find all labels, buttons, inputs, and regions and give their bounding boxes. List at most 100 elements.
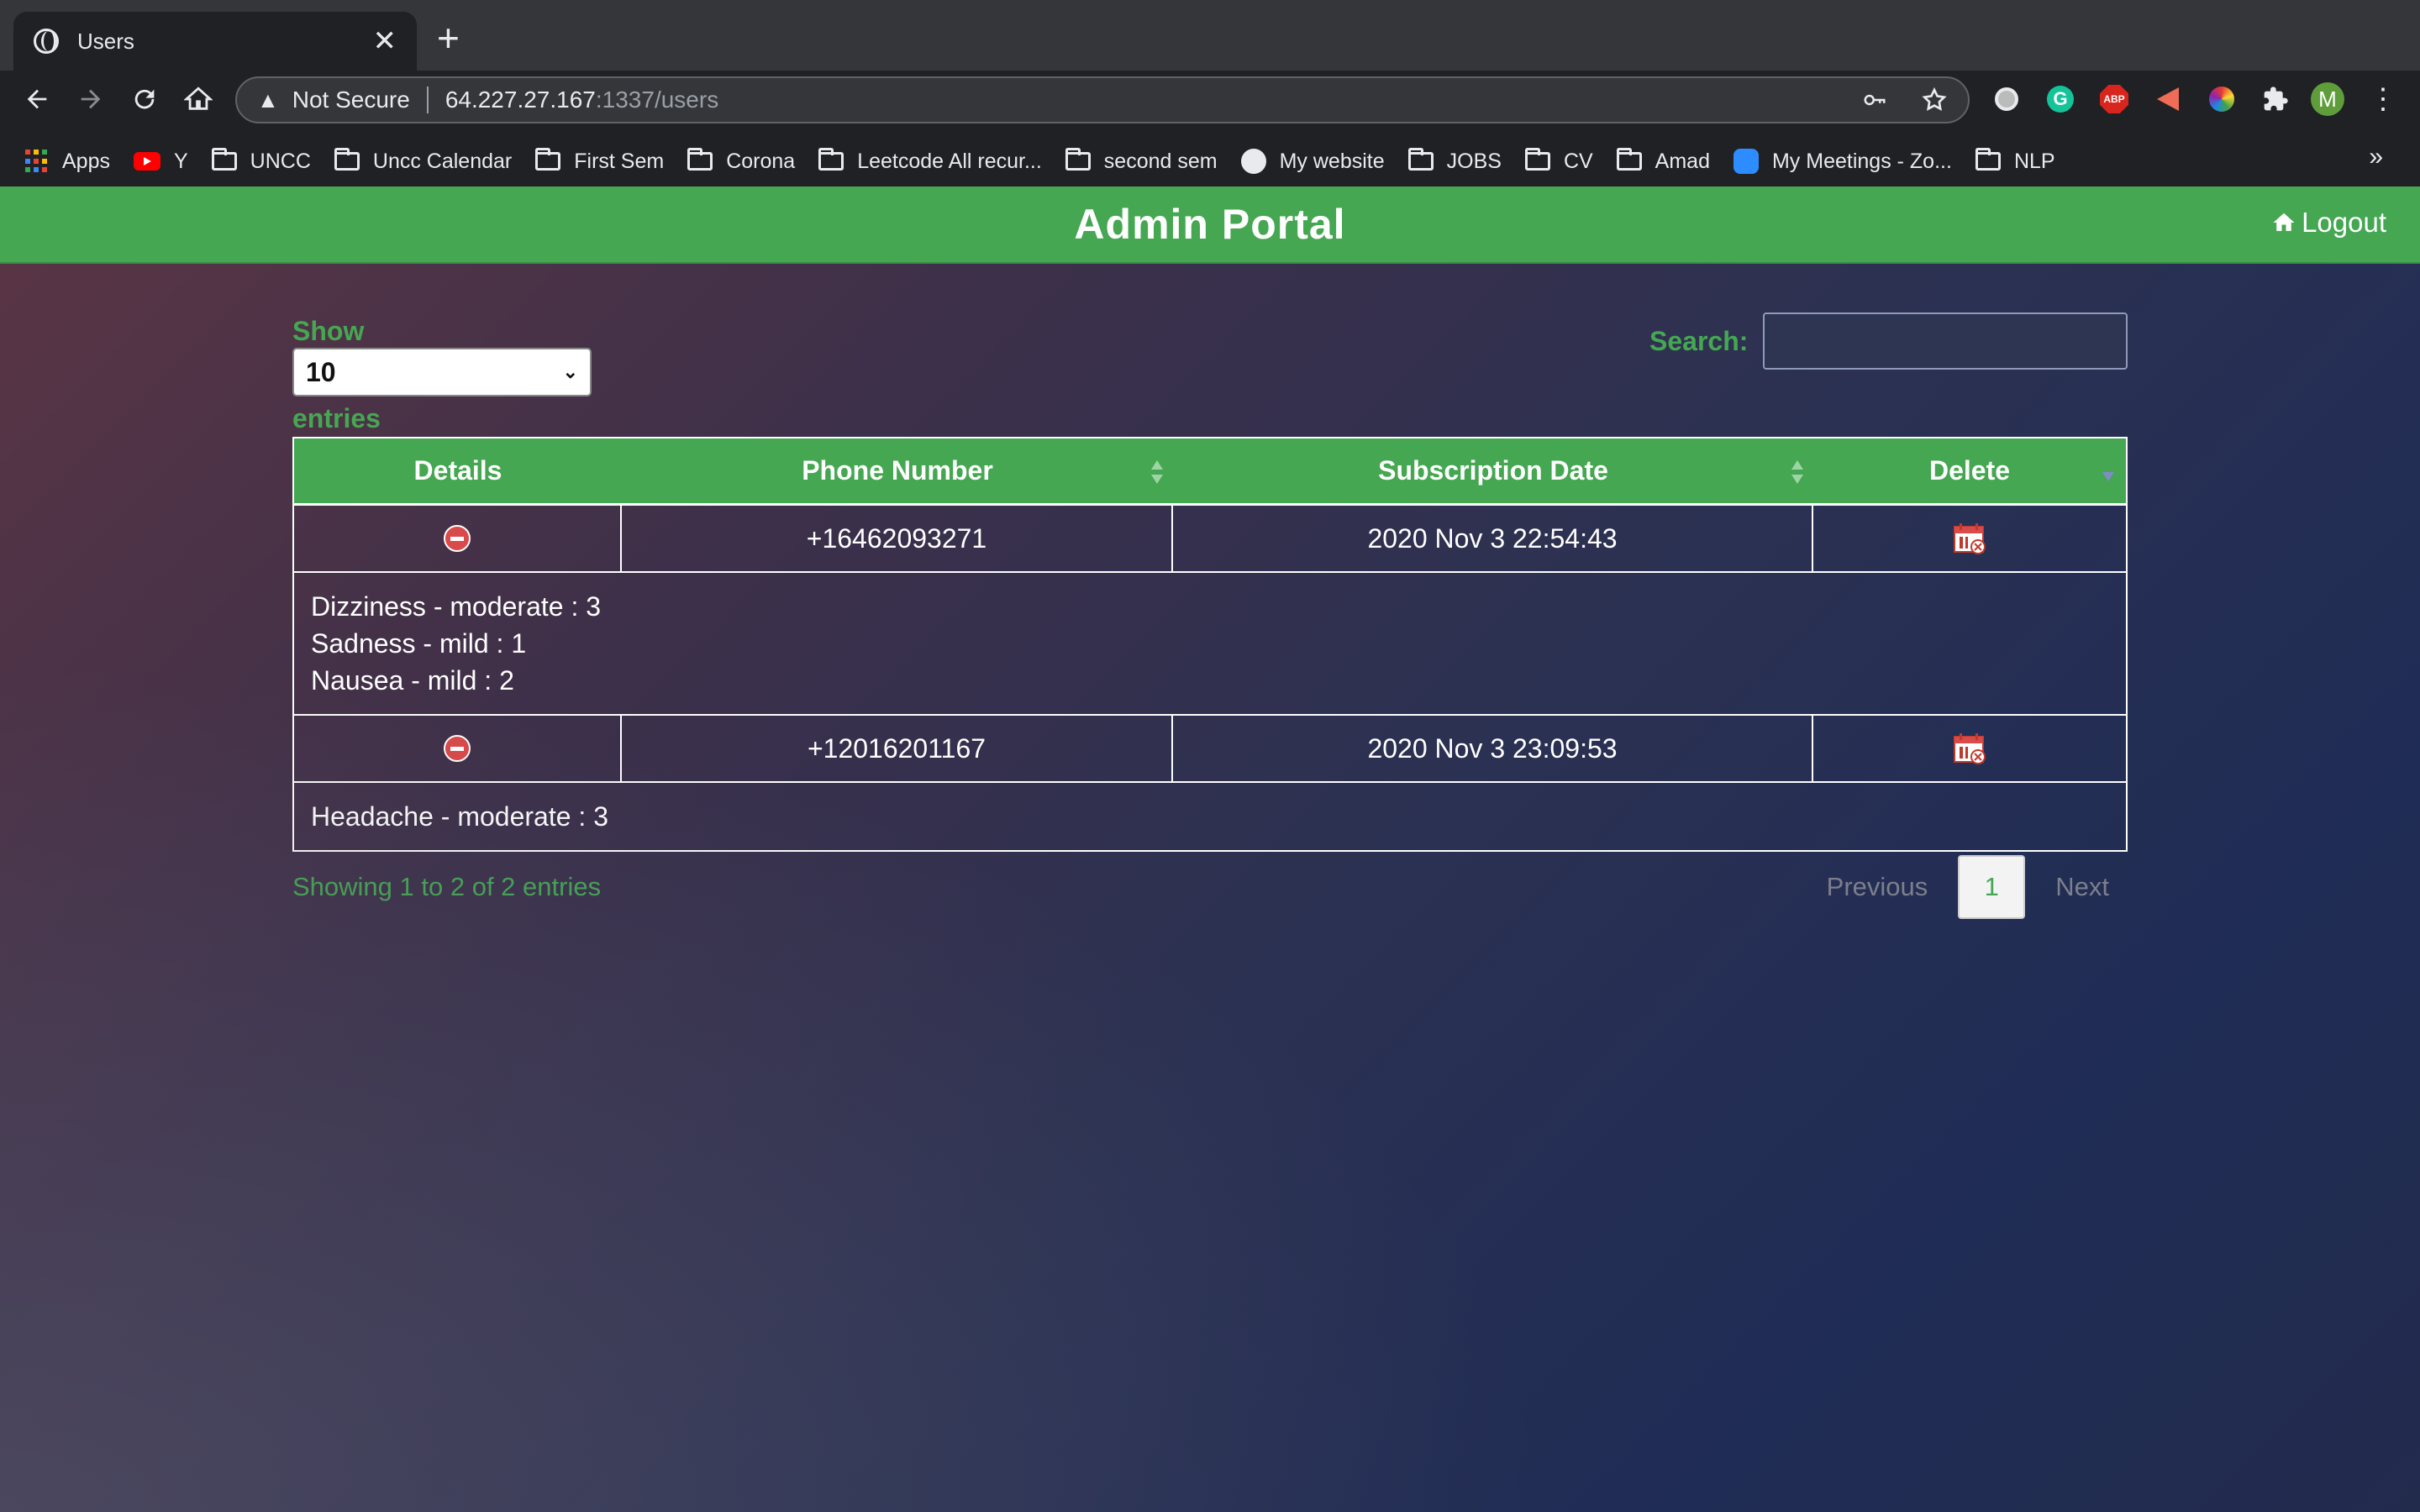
bookmark-label: second sem xyxy=(1103,149,1218,173)
bookmark-label: Leetcode All recur... xyxy=(857,149,1042,173)
sort-icon xyxy=(1791,460,1803,486)
more-bookmarks-chevron-icon[interactable]: » xyxy=(2369,143,2383,171)
forward-button[interactable] xyxy=(74,82,108,116)
bookmark-label: NLP xyxy=(2013,149,2055,173)
folder-icon xyxy=(1407,148,1434,171)
home-button[interactable] xyxy=(182,82,215,116)
bookmark-item[interactable]: Amad xyxy=(1616,148,1710,174)
bookmark-item[interactable]: My Meetings - Zo... xyxy=(1733,149,1952,174)
bookmark-item[interactable]: First Sem xyxy=(535,148,664,174)
browser-menu-icon[interactable]: ⋮ xyxy=(2366,82,2400,116)
previous-page-button[interactable]: Previous xyxy=(1808,872,1947,902)
folder-icon xyxy=(334,148,360,171)
search-input[interactable] xyxy=(1763,312,2128,370)
megaphone-extension-icon[interactable] xyxy=(2151,82,2185,116)
bookmark-item[interactable]: Y xyxy=(133,149,188,174)
reload-icon xyxy=(134,89,155,109)
row-details: Dizziness - moderate : 3 Sadness - mild … xyxy=(292,573,2128,716)
column-header-delete[interactable]: Delete xyxy=(1813,438,2126,503)
table-row: +12016201167 2020 Nov 3 23:09:53 xyxy=(292,716,2128,783)
detail-line: Dizziness - moderate : 3 xyxy=(311,591,602,622)
key-icon[interactable] xyxy=(1862,87,1887,113)
date-cell: 2020 Nov 3 23:09:53 xyxy=(1173,716,1813,781)
globe-icon xyxy=(34,29,59,54)
close-tab-icon[interactable]: ✕ xyxy=(373,27,397,55)
folder-icon xyxy=(1065,148,1091,171)
page-size-select[interactable]: 10 ⌄ xyxy=(292,348,592,396)
profile-avatar[interactable]: M xyxy=(2311,82,2344,116)
bookmark-label: JOBS xyxy=(1446,149,1502,173)
page-body: Admin Portal Logout Show 10 ⌄ entries Se… xyxy=(0,186,2420,1512)
bookmark-item[interactable]: UNCC xyxy=(211,148,311,174)
logout-link[interactable]: Logout xyxy=(2271,207,2386,239)
color-wheel-extension-icon[interactable] xyxy=(2205,82,2238,116)
next-page-button[interactable]: Next xyxy=(2037,872,2128,902)
star-icon[interactable] xyxy=(1921,87,1948,113)
adblock-plus-icon[interactable]: ABP xyxy=(2097,82,2131,116)
bookmark-item[interactable]: second sem xyxy=(1065,148,1218,174)
phone-cell: +12016201167 xyxy=(622,716,1173,781)
details-cell xyxy=(294,506,622,571)
tab-title: Users xyxy=(77,28,134,54)
folder-icon xyxy=(1975,148,2001,171)
phone-cell: +16462093271 xyxy=(622,506,1173,571)
forward-arrow-icon xyxy=(81,89,101,109)
extension-circle-icon[interactable] xyxy=(1990,82,2023,116)
sort-icon xyxy=(1151,460,1163,486)
bookmark-item[interactable]: My website xyxy=(1240,149,1385,174)
column-header-phone[interactable]: Phone Number xyxy=(622,438,1173,503)
url-host: 64.227.27.167 xyxy=(445,87,596,113)
collapse-details-icon[interactable] xyxy=(444,525,471,552)
page-size-value: 10 xyxy=(306,356,336,387)
logout-label: Logout xyxy=(2302,207,2386,238)
bookmark-item[interactable]: Leetcode All recur... xyxy=(818,148,1042,174)
show-label: Show xyxy=(292,316,365,346)
back-button[interactable] xyxy=(20,82,54,116)
apps-grid-icon xyxy=(25,150,49,173)
bookmark-label: UNCC xyxy=(250,149,311,173)
bookmark-item[interactable]: JOBS xyxy=(1407,148,1502,174)
reload-button[interactable] xyxy=(128,82,161,116)
column-header-subscription-date[interactable]: Subscription Date xyxy=(1173,438,1813,503)
bookmark-item[interactable]: Corona xyxy=(687,148,795,174)
browser-tab[interactable]: Users ✕ xyxy=(13,12,417,71)
detail-line: Sadness - mild : 1 xyxy=(311,628,527,659)
bookmark-item[interactable]: Uncc Calendar xyxy=(334,148,513,174)
column-label: Phone Number xyxy=(802,455,993,486)
column-label: Details xyxy=(413,455,502,486)
back-arrow-icon xyxy=(27,89,47,109)
details-cell xyxy=(294,716,622,781)
collapse-details-icon[interactable] xyxy=(444,735,471,762)
home-icon xyxy=(2273,213,2295,231)
grammarly-icon[interactable]: G xyxy=(2044,82,2077,116)
folder-icon xyxy=(1524,148,1550,171)
home-icon xyxy=(184,87,213,110)
address-bar[interactable]: ▲ Not Secure 64.227.27.167:1337/users xyxy=(235,76,1970,123)
delete-cell xyxy=(1813,506,2126,571)
page-title: Admin Portal xyxy=(1074,201,1346,248)
bookmark-label: Y xyxy=(173,149,188,173)
bookmark-item[interactable]: NLP xyxy=(1975,148,2055,174)
delete-calendar-icon[interactable] xyxy=(1951,730,1988,767)
folder-icon xyxy=(535,148,561,171)
column-header-details[interactable]: Details xyxy=(294,438,622,503)
puzzle-extensions-icon[interactable] xyxy=(2259,82,2292,116)
delete-calendar-icon[interactable] xyxy=(1951,520,1988,557)
bookmark-item[interactable]: Apps xyxy=(25,150,110,174)
page-1-button[interactable]: 1 xyxy=(1958,855,2026,919)
chevron-down-icon: ⌄ xyxy=(562,361,578,382)
tab-strip: Users ✕ + xyxy=(0,0,2420,71)
column-label: Subscription Date xyxy=(1378,455,1608,486)
folder-icon xyxy=(211,148,237,171)
globe-icon xyxy=(1240,149,1266,174)
users-table: Details Phone Number Subscription Date D… xyxy=(292,437,2128,852)
url-path: :1337/users xyxy=(595,87,719,113)
youtube-icon xyxy=(133,152,160,171)
column-label: Delete xyxy=(1928,455,2011,486)
security-label: Not Secure xyxy=(292,87,410,113)
folder-icon xyxy=(687,148,713,171)
bookmark-item[interactable]: CV xyxy=(1524,148,1593,174)
new-tab-button[interactable]: + xyxy=(437,18,460,57)
bookmark-label: CV xyxy=(1563,149,1593,173)
bookmark-label: Uncc Calendar xyxy=(372,149,513,173)
